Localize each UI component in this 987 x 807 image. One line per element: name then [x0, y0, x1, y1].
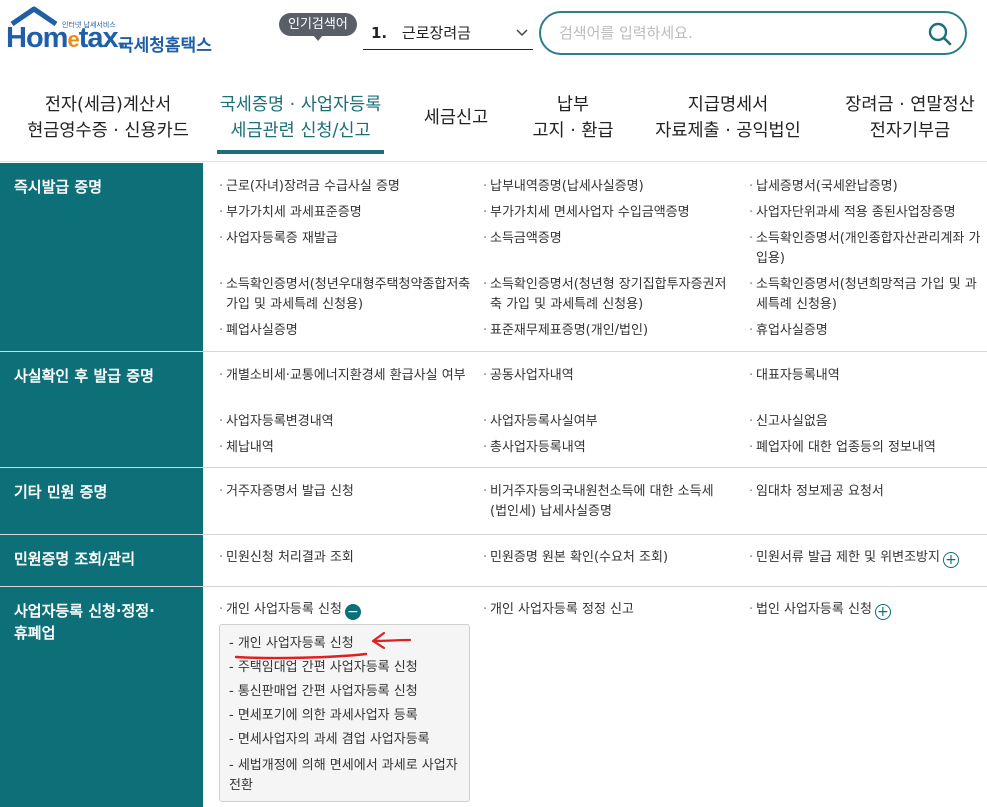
- nav-label: 장려금 · 연말정산: [845, 95, 975, 115]
- menu-link[interactable]: 법인 사업자등록 신청+: [749, 600, 986, 620]
- section-title: 사업자등록 신청·정정·휴폐업: [0, 587, 203, 807]
- active-indicator: [217, 150, 384, 154]
- search-bar: [539, 11, 967, 55]
- menu-table: 즉시발급 증명 근로(자녀)장려금 수급사실 증명 납부내역증명(납세사실증명)…: [0, 163, 987, 807]
- menu-link[interactable]: 소득확인증명서(개인종합자산관리계좌 가입용): [749, 229, 987, 269]
- menu-link-label: 법인 사업자등록 신청: [756, 602, 872, 617]
- search-icon[interactable]: [927, 21, 953, 47]
- section-other-certificates: 기타 민원 증명 거주자증명서 발급 신청 비거주자등의국내원천소득에 대한 소…: [0, 468, 987, 535]
- hometax-logo[interactable]: 인터넷 납세서비스 Hometax. 국세청홈택스: [4, 6, 219, 62]
- nav-label: 지급명세서: [687, 95, 769, 115]
- section-title: 사실확인 후 발급 증명: [0, 352, 203, 467]
- nav-payment[interactable]: 납부 고지 · 환급: [523, 92, 623, 144]
- nav-label: 국세증명 · 사업자등록: [219, 95, 382, 115]
- menu-link[interactable]: 휴업사실증명: [749, 321, 986, 341]
- menu-link[interactable]: 소득금액증명: [483, 229, 730, 249]
- menu-link[interactable]: 납부내역증명(납세사실증명): [483, 177, 730, 197]
- menu-link[interactable]: 소득확인증명서(청년우대형주택청약종합저축 가입 및 과세특례 신청용): [219, 275, 476, 315]
- menu-link[interactable]: 사업자등록변경내역: [219, 412, 466, 432]
- nav-label: 자료제출 · 공익법인: [655, 121, 801, 141]
- menu-link[interactable]: 민원서류 발급 제한 및 위변조방지+: [749, 548, 987, 568]
- nav-tax-invoice[interactable]: 전자(세금)계산서 현금영수증 · 신용카드: [18, 92, 198, 144]
- popular-keyword-select[interactable]: 1. 근로장려금: [363, 18, 533, 50]
- menu-link[interactable]: 부가가치세 과세표준증명: [219, 203, 476, 223]
- submenu-item-tax-exemption-waiver[interactable]: - 면세포기에 의한 과세사업자 등록: [229, 706, 464, 726]
- menu-link-label: 개인 사업자등록 신청: [226, 602, 342, 617]
- menu-link[interactable]: 부가가치세 면세사업자 수입금액증명: [483, 203, 730, 223]
- expand-plus-icon[interactable]: +: [874, 604, 891, 620]
- collapse-minus-icon[interactable]: −: [344, 604, 361, 620]
- menu-link[interactable]: 대표자등록내역: [749, 366, 986, 386]
- menu-link[interactable]: 개인 사업자등록 정정 신고: [483, 600, 730, 620]
- submenu-panel: - 개인 사업자등록 신청 - 주택임대업 간편 사업자등록 신청 - 통신판매…: [219, 624, 470, 802]
- nav-label: 고지 · 환급: [532, 121, 614, 141]
- nav-incentives[interactable]: 장려금 · 연말정산 전자기부금: [836, 92, 984, 144]
- section-title: 민원증명 조회/관리: [0, 535, 203, 586]
- menu-link[interactable]: 소득확인증명서(청년형 장기집합투자증권저축 가입 및 과세특례 신청용): [483, 275, 730, 315]
- menu-link[interactable]: 체납내역: [219, 438, 466, 458]
- nav-label: 세금관련 신청/신고: [230, 121, 371, 141]
- chevron-down-icon: [515, 18, 529, 59]
- nav-label: 납부: [556, 95, 590, 115]
- main-nav: 전자(세금)계산서 현금영수증 · 신용카드 국세증명 · 사업자등록 세금관련…: [0, 86, 987, 162]
- header: 인터넷 납세서비스 Hometax. 국세청홈택스 인기검색어 1. 근로장려금: [0, 0, 987, 70]
- expand-plus-icon[interactable]: +: [942, 552, 959, 568]
- nav-label: 세금신고: [423, 108, 489, 128]
- menu-link[interactable]: 표준재무제표증명(개인/법인): [483, 321, 730, 341]
- menu-link[interactable]: 사업자단위과세 적용 종된사업장증명: [749, 203, 987, 223]
- menu-link[interactable]: 민원신청 처리결과 조회: [219, 548, 466, 568]
- submenu-item-tax-law-conversion[interactable]: - 세법개정에 의해 면세에서 과세로 사업자 전환: [229, 756, 464, 796]
- nav-payment-statement[interactable]: 지급명세서 자료제출 · 공익법인: [648, 92, 808, 144]
- section-business-registration: 사업자등록 신청·정정·휴폐업 개인 사업자등록 신청− 개인 사업자등록 정정…: [0, 587, 987, 807]
- menu-link[interactable]: 개인 사업자등록 신청−: [219, 600, 466, 620]
- menu-link[interactable]: 폐업사실증명: [219, 321, 476, 341]
- logo-wordmark: Hometax.: [6, 22, 126, 54]
- logo-korean: 국세청홈택스: [118, 36, 212, 56]
- popular-keyword-badge: 인기검색어: [279, 13, 357, 41]
- nav-label: 현금영수증 · 신용카드: [27, 121, 189, 141]
- search-input[interactable]: [559, 22, 899, 44]
- submenu-item-mail-order[interactable]: - 통신판매업 간편 사업자등록 신청: [229, 682, 464, 702]
- submenu-item-concurrent-business[interactable]: - 면세사업자의 과세 겸업 사업자등록: [229, 730, 464, 750]
- section-instant-certificates: 즉시발급 증명 근로(자녀)장려금 수급사실 증명 납부내역증명(납세사실증명)…: [0, 163, 987, 352]
- submenu-item-housing-rental[interactable]: - 주택임대업 간편 사업자등록 신청: [229, 658, 464, 678]
- menu-link[interactable]: 사업자등록사실여부: [483, 412, 730, 432]
- nav-label: 전자기부금: [869, 121, 951, 141]
- section-certificate-management: 민원증명 조회/관리 민원신청 처리결과 조회 민원증명 원본 확인(수요처 조…: [0, 535, 987, 587]
- nav-label: 전자(세금)계산서: [44, 95, 172, 115]
- menu-link[interactable]: 총사업자등록내역: [483, 438, 730, 458]
- menu-link[interactable]: 근로(자녀)장려금 수급사실 증명: [219, 177, 476, 197]
- popular-rank: 1.: [371, 24, 388, 42]
- popular-keyword: 근로장려금: [401, 24, 471, 42]
- menu-link[interactable]: 비거주자등의국내원천소득에 대한 소득세(법인세) 납세사실증명: [483, 482, 730, 522]
- section-title: 즉시발급 증명: [0, 163, 203, 351]
- section-verified-certificates: 사실확인 후 발급 증명 개별소비세·교통에너지환경세 환급사실 여부 공동사업…: [0, 352, 987, 468]
- menu-link[interactable]: 소득확인증명서(청년희망적금 가입 및 과세특례 신청용): [749, 275, 987, 315]
- nav-certificates[interactable]: 국세증명 · 사업자등록 세금관련 신청/신고: [217, 92, 384, 154]
- menu-link[interactable]: 사업자등록증 재발급: [219, 229, 476, 249]
- menu-link-label: 민원서류 발급 제한 및 위변조방지: [756, 550, 940, 565]
- menu-link[interactable]: 납세증명서(국세완납증명): [749, 177, 986, 197]
- menu-link[interactable]: 민원증명 원본 확인(수요처 조회): [483, 548, 740, 568]
- menu-link[interactable]: 거주자증명서 발급 신청: [219, 482, 466, 502]
- menu-link[interactable]: 임대차 정보제공 요청서: [749, 482, 986, 502]
- menu-link[interactable]: 개별소비세·교통에너지환경세 환급사실 여부: [219, 366, 466, 386]
- nav-tax-filing[interactable]: 세금신고: [418, 105, 494, 131]
- menu-link[interactable]: 신고사실없음: [749, 412, 986, 432]
- submenu-item-individual-registration[interactable]: - 개인 사업자등록 신청: [229, 634, 464, 654]
- section-title: 기타 민원 증명: [0, 468, 203, 534]
- menu-link[interactable]: 공동사업자내역: [483, 366, 730, 386]
- menu-link[interactable]: 폐업자에 대한 업종등의 정보내역: [749, 438, 987, 458]
